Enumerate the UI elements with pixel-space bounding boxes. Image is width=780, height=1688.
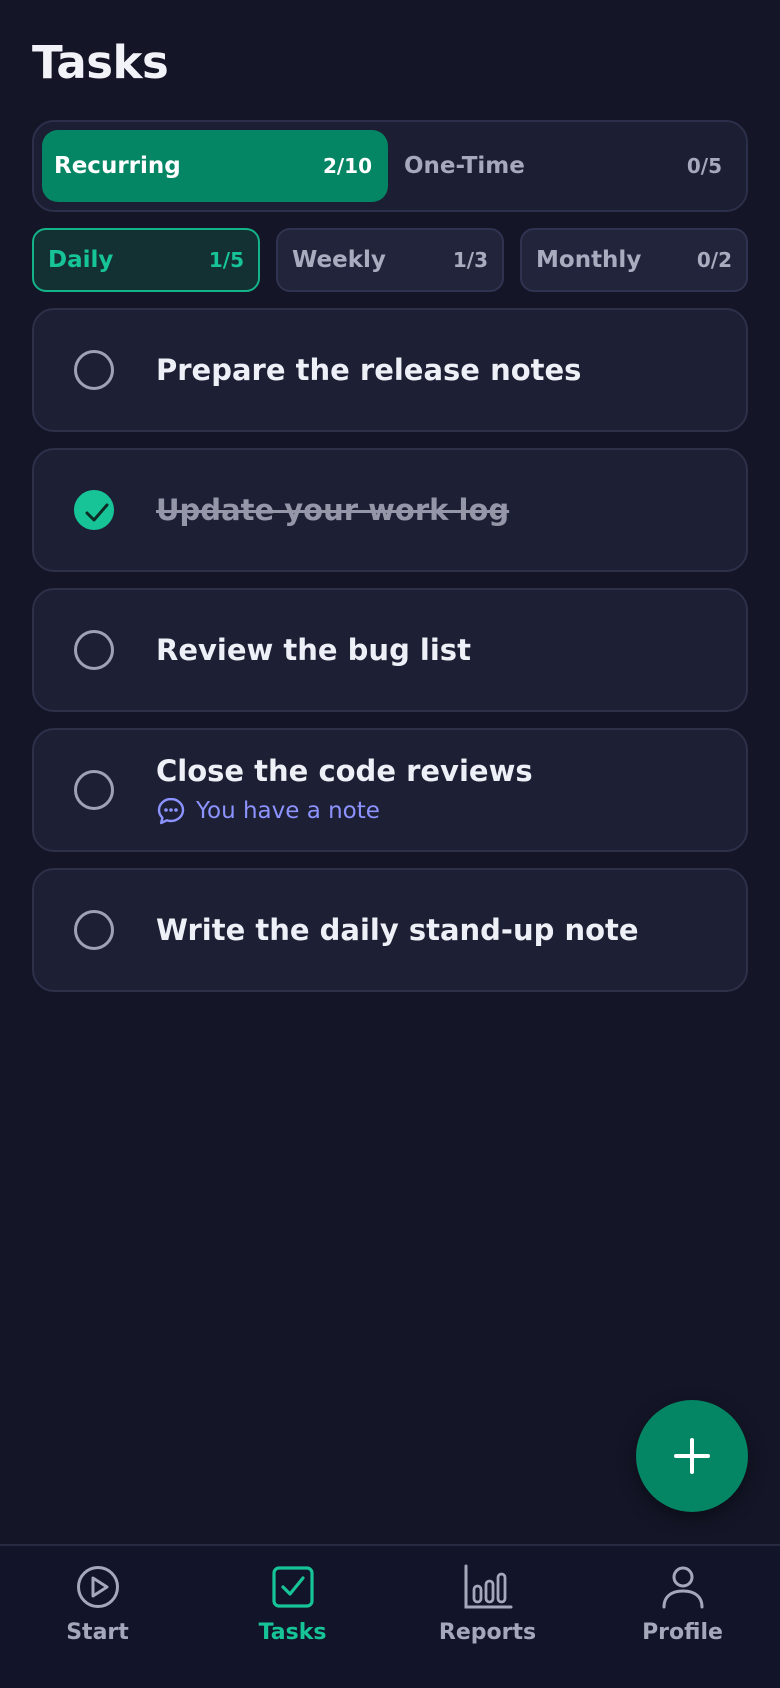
filter-chip-daily[interactable]: Daily 1/5 <box>32 228 260 292</box>
filter-chip-monthly[interactable]: Monthly 0/2 <box>520 228 748 292</box>
task-text: Prepare the release notes <box>156 310 581 430</box>
filter-chip-label: Daily <box>48 247 114 273</box>
segment-one-time-count: 0/5 <box>686 154 722 178</box>
task-checkbox[interactable] <box>74 350 114 390</box>
task-checkbox-checked[interactable] <box>74 490 114 530</box>
nav-reports[interactable]: Reports <box>390 1564 585 1674</box>
plus-icon <box>674 1438 710 1474</box>
task-card[interactable]: Close the code reviews You have a note <box>32 728 748 852</box>
task-card[interactable]: Review the bug list <box>32 588 748 712</box>
segment-recurring[interactable]: Recurring 2/10 <box>42 130 388 202</box>
nav-label: Tasks <box>258 1620 327 1645</box>
nav-tasks[interactable]: Tasks <box>195 1564 390 1674</box>
task-title: Close the code reviews <box>156 754 533 788</box>
segment-one-time-label: One-Time <box>404 153 525 179</box>
play-circle-icon <box>76 1566 119 1608</box>
task-title: Review the bug list <box>156 633 471 667</box>
task-checkbox[interactable] <box>74 630 114 670</box>
checkmark-icon <box>85 503 109 522</box>
segment-recurring-count: 2/10 <box>322 154 372 178</box>
task-title: Write the daily stand-up note <box>156 913 639 947</box>
page-title: Tasks <box>32 36 169 89</box>
bar-chart-icon <box>464 1564 512 1609</box>
segment-recurring-label: Recurring <box>54 153 181 179</box>
task-text: Update your work log <box>156 450 509 570</box>
nav-label: Profile <box>642 1620 723 1645</box>
task-title: Prepare the release notes <box>156 353 582 387</box>
nav-label: Reports <box>438 1620 537 1645</box>
task-text: Review the bug list <box>156 590 471 710</box>
filter-chip-label: Weekly <box>292 247 386 273</box>
task-note-text: You have a note <box>196 798 380 824</box>
task-text: Write the daily stand-up note <box>156 870 639 990</box>
filter-chip-weekly[interactable]: Weekly 1/3 <box>276 228 504 292</box>
nav-start[interactable]: Start <box>0 1564 195 1674</box>
add-task-button[interactable] <box>636 1400 748 1512</box>
task-checkbox[interactable] <box>74 770 114 810</box>
checkbox-icon <box>271 1566 314 1608</box>
task-type-segmented-control: Recurring 2/10 One-Time 0/5 <box>32 120 748 212</box>
filter-chip-count: 1/5 <box>208 248 244 272</box>
bottom-navigation: Start Tasks Reports Profile <box>0 1544 780 1688</box>
filter-chip-label: Monthly <box>536 247 642 273</box>
filter-chip-count: 0/2 <box>696 248 732 272</box>
segment-one-time[interactable]: One-Time 0/5 <box>392 130 738 202</box>
nav-profile[interactable]: Profile <box>585 1564 780 1674</box>
task-card[interactable]: Update your work log <box>32 448 748 572</box>
tasks-screen: Tasks Recurring 2/10 One-Time 0/5 Daily … <box>0 0 780 1688</box>
chat-bubble-icon <box>157 797 185 825</box>
user-icon <box>662 1566 703 1609</box>
task-checkbox[interactable] <box>74 910 114 950</box>
task-text: Close the code reviews You have a note <box>156 730 533 850</box>
task-card[interactable]: Write the daily stand-up note <box>32 868 748 992</box>
nav-label: Start <box>66 1620 129 1645</box>
task-card[interactable]: Prepare the release notes <box>32 308 748 432</box>
task-note-link[interactable]: You have a note <box>156 796 533 826</box>
task-title: Update your work log <box>156 493 510 527</box>
filter-chip-count: 1/3 <box>452 248 488 272</box>
